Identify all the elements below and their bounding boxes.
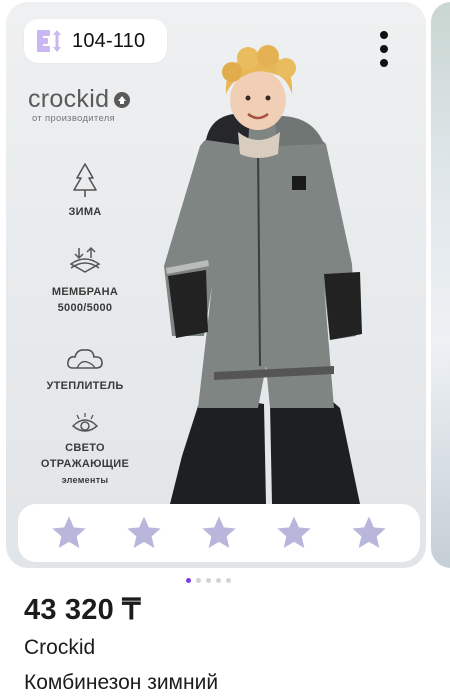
size-arrows-icon <box>37 30 61 52</box>
eye-reflective-icon <box>71 413 99 432</box>
star-icon[interactable] <box>274 513 314 553</box>
more-dot-icon <box>380 31 388 39</box>
product-image-card[interactable]: 104-110 crockid от производителя ЗИМА МЕ… <box>6 2 426 568</box>
brand-logo: crockid <box>28 85 131 114</box>
feature-reflective-label-3: элементы <box>61 475 109 485</box>
size-label: 104-110 <box>72 29 146 52</box>
more-dot-icon <box>380 59 388 67</box>
feature-reflective-label-2: ОТРАЖАЮЩИЕ <box>40 458 130 470</box>
membrane-icon <box>69 246 101 273</box>
size-badge: 104-110 <box>24 19 167 63</box>
pager-dot <box>206 578 211 583</box>
feature-membrane-label-1: МЕМБРАНА <box>51 286 119 298</box>
star-icon[interactable] <box>124 513 164 553</box>
feature-membrane: МЕМБРАНА 5000/5000 <box>26 246 144 316</box>
pager-dot <box>196 578 201 583</box>
star-icon[interactable] <box>49 513 89 553</box>
more-dot-icon <box>380 45 388 53</box>
star-icon[interactable] <box>349 513 389 553</box>
rating-stars[interactable] <box>18 504 420 562</box>
feature-winter-label: ЗИМА <box>68 206 102 218</box>
more-options-button[interactable] <box>368 22 400 76</box>
cloud-icon <box>67 349 103 369</box>
feature-reflective: СВЕТО ОТРАЖАЮЩИЕ элементы <box>26 412 144 488</box>
snowflake-tree-icon <box>73 163 97 197</box>
brand-logo-text: crockid <box>28 85 110 113</box>
pager-dot-active <box>186 578 191 583</box>
star-icon[interactable] <box>199 513 239 553</box>
feature-reflective-label-1: СВЕТО <box>65 442 105 454</box>
feature-insulation-label: УТЕПЛИТЕЛЬ <box>46 380 124 392</box>
feature-insulation: УТЕПЛИТЕЛЬ <box>26 344 144 394</box>
product-price: 43 320 ₸ <box>24 594 141 626</box>
pager-dot <box>226 578 231 583</box>
pager-dot <box>216 578 221 583</box>
feature-membrane-label-2: 5000/5000 <box>57 302 113 314</box>
image-pager <box>186 578 231 583</box>
next-product-card-peek[interactable] <box>431 2 450 568</box>
feature-winter: ЗИМА <box>26 162 144 220</box>
brand-logo-mark-icon <box>114 91 131 108</box>
product-brand[interactable]: Crockid <box>24 636 95 660</box>
brand-tagline: от производителя <box>32 113 116 124</box>
product-title[interactable]: Комбинезон зимний <box>24 671 218 695</box>
product-photo-kid-overall <box>164 45 362 504</box>
